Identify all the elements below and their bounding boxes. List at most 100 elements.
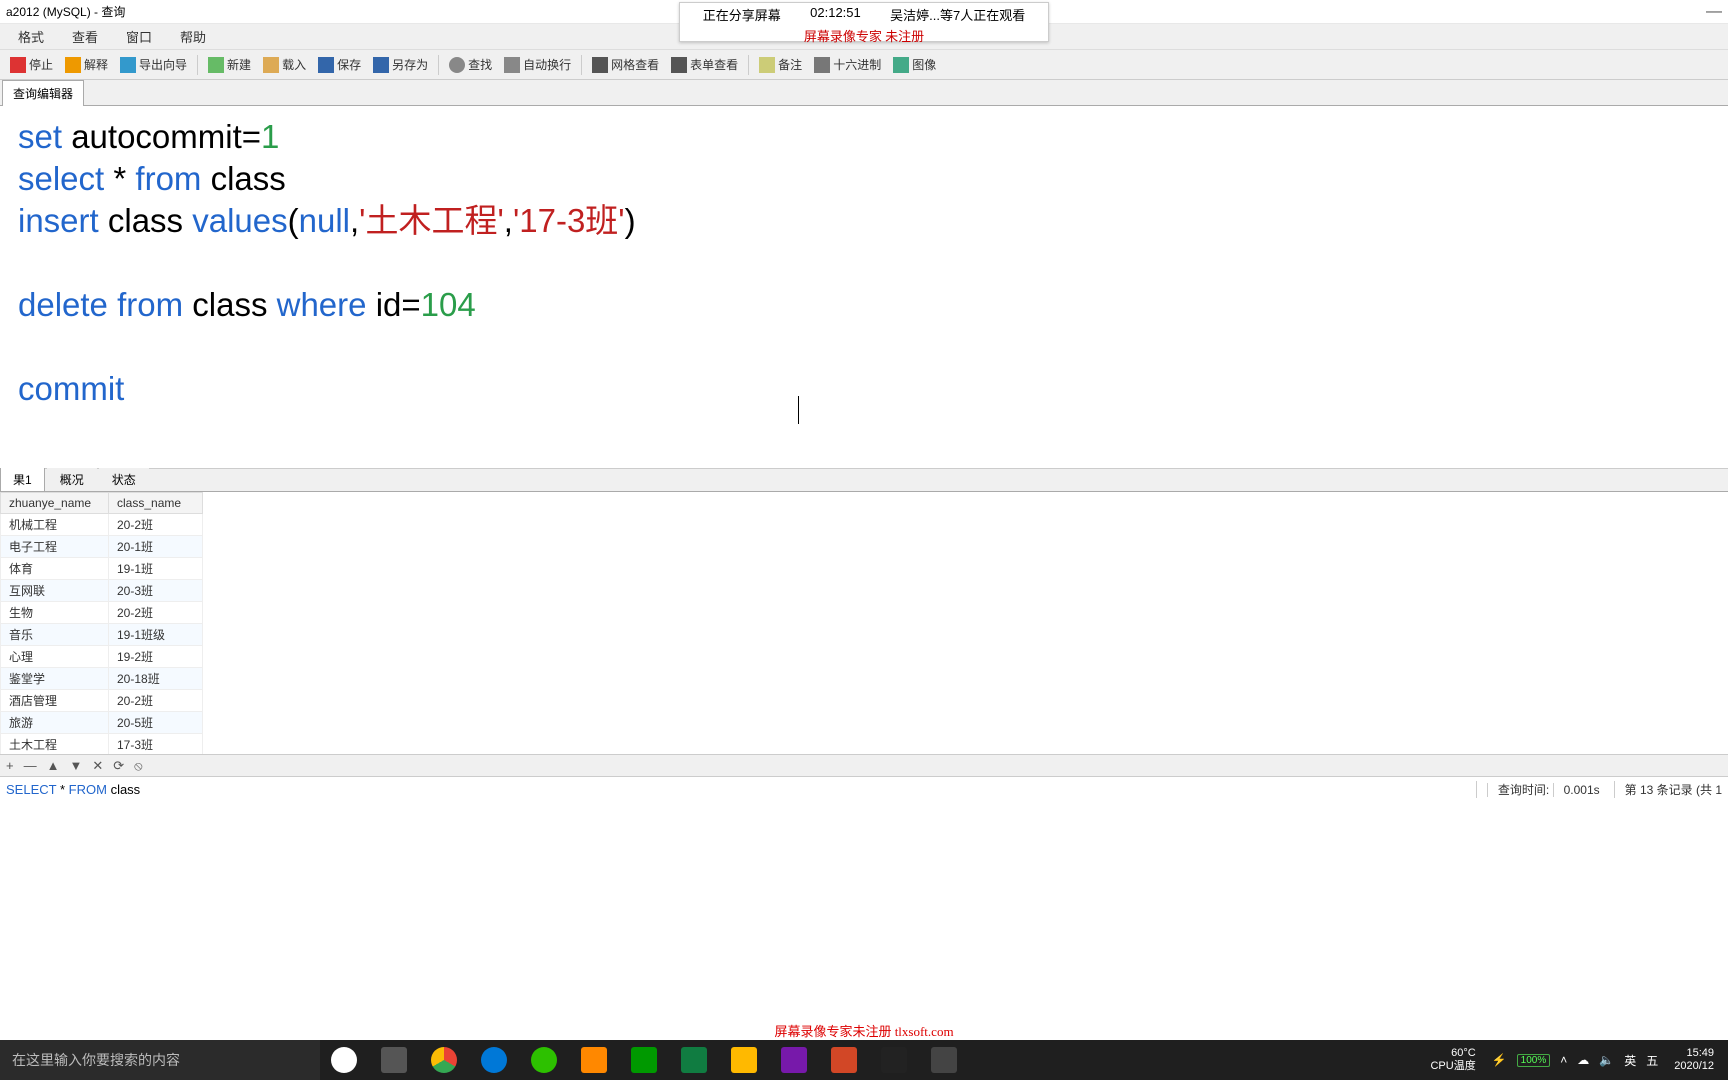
cell-class[interactable]: 20-2班 <box>109 514 203 536</box>
menu-help[interactable]: 帮助 <box>166 27 220 46</box>
refresh-button[interactable]: ⟳ <box>113 758 124 774</box>
table-row[interactable]: 机械工程20-2班 <box>1 514 203 536</box>
onedrive-icon[interactable]: ☁ <box>1577 1053 1589 1067</box>
cell-zhuanye[interactable]: 机械工程 <box>1 514 109 536</box>
cancel-button[interactable]: ✕ <box>92 758 103 774</box>
grid-view-button[interactable]: 网格查看 <box>586 54 665 75</box>
explain-button[interactable]: 解释 <box>59 54 114 75</box>
wechat-app[interactable] <box>520 1040 568 1080</box>
menu-window[interactable]: 窗口 <box>112 27 166 46</box>
tab-query-editor[interactable]: 查询编辑器 <box>2 80 84 106</box>
cell-class[interactable]: 19-1班 <box>109 558 203 580</box>
tab-profile[interactable]: 概况 <box>47 467 97 491</box>
menu-format[interactable]: 格式 <box>4 27 58 46</box>
stop-icon <box>10 57 26 73</box>
tab-status[interactable]: 状态 <box>99 467 149 491</box>
terminal-app[interactable] <box>870 1040 918 1080</box>
find-button[interactable]: 查找 <box>443 54 498 75</box>
stop-button[interactable]: 停止 <box>4 54 59 75</box>
battery-indicator[interactable]: 100% <box>1517 1054 1551 1067</box>
save-as-icon <box>373 57 389 73</box>
folder-icon <box>731 1047 757 1073</box>
cell-class[interactable]: 20-2班 <box>109 690 203 712</box>
cell-zhuanye[interactable]: 酒店管理 <box>1 690 109 712</box>
new-button[interactable]: 新建 <box>202 54 257 75</box>
table-row[interactable]: 电子工程20-1班 <box>1 536 203 558</box>
note-button[interactable]: 备注 <box>753 54 808 75</box>
taskbar-apps <box>320 1040 968 1080</box>
next-row-button[interactable]: ▼ <box>69 758 82 773</box>
tab-result1[interactable]: 果1 <box>0 467 45 491</box>
delete-row-button[interactable]: — <box>24 758 37 773</box>
onenote-icon <box>781 1047 807 1073</box>
sql-editor[interactable]: set autocommit=1 select * from class ins… <box>0 106 1728 468</box>
minimize-icon[interactable]: — <box>1706 3 1722 21</box>
app12[interactable] <box>920 1040 968 1080</box>
cell-class[interactable]: 20-2班 <box>109 602 203 624</box>
cell-zhuanye[interactable]: 电子工程 <box>1 536 109 558</box>
taskview-button[interactable] <box>370 1040 418 1080</box>
cell-class[interactable]: 19-2班 <box>109 646 203 668</box>
cell-class[interactable]: 20-18班 <box>109 668 203 690</box>
table-row[interactable]: 互网联20-3班 <box>1 580 203 602</box>
cell-zhuanye[interactable]: 土木工程 <box>1 734 109 755</box>
cell-zhuanye[interactable]: 旅游 <box>1 712 109 734</box>
save-as-button[interactable]: 另存为 <box>367 54 434 75</box>
cell-zhuanye[interactable]: 生物 <box>1 602 109 624</box>
edge-app[interactable] <box>470 1040 518 1080</box>
app6[interactable] <box>620 1040 668 1080</box>
text-cursor <box>798 396 799 424</box>
table-row[interactable]: 旅游20-5班 <box>1 712 203 734</box>
stop-fetch-button[interactable]: ⦸ <box>134 758 142 774</box>
add-row-button[interactable]: + <box>6 758 14 773</box>
export-wizard-button[interactable]: 导出向导 <box>114 54 193 75</box>
auto-wrap-button[interactable]: 自动换行 <box>498 54 577 75</box>
table-row[interactable]: 音乐19-1班级 <box>1 624 203 646</box>
cell-class[interactable]: 20-5班 <box>109 712 203 734</box>
chrome-icon <box>431 1047 457 1073</box>
save-button[interactable]: 保存 <box>312 54 367 75</box>
sharing-viewers: 吴洁婷...等7人正在观看 <box>890 5 1025 24</box>
window-title: a2012 (MySQL) - 查询 <box>6 3 125 20</box>
power-icon[interactable]: ⚡ <box>1492 1053 1507 1067</box>
table-row[interactable]: 鉴堂学20-18班 <box>1 668 203 690</box>
cell-zhuanye[interactable]: 鉴堂学 <box>1 668 109 690</box>
cell-zhuanye[interactable]: 心理 <box>1 646 109 668</box>
explorer-app[interactable] <box>720 1040 768 1080</box>
ime-lang1[interactable]: 英 <box>1624 1052 1636 1069</box>
load-button[interactable]: 载入 <box>257 54 312 75</box>
col-header-class[interactable]: class_name <box>109 493 203 514</box>
menu-view[interactable]: 查看 <box>58 27 112 46</box>
tray-chevron-icon[interactable]: ˄ <box>1560 1053 1567 1067</box>
table-row[interactable]: 生物20-2班 <box>1 602 203 624</box>
cell-zhuanye[interactable]: 体育 <box>1 558 109 580</box>
table-row[interactable]: 酒店管理20-2班 <box>1 690 203 712</box>
form-view-button[interactable]: 表单查看 <box>665 54 744 75</box>
powerpoint-app[interactable] <box>820 1040 868 1080</box>
cell-class[interactable]: 19-1班级 <box>109 624 203 646</box>
table-row[interactable]: 心理19-2班 <box>1 646 203 668</box>
ime-lang2[interactable]: 五 <box>1646 1052 1658 1069</box>
app5[interactable] <box>570 1040 618 1080</box>
table-row[interactable]: 土木工程17-3班 <box>1 734 203 755</box>
chrome-app[interactable] <box>420 1040 468 1080</box>
start-button[interactable] <box>320 1040 368 1080</box>
col-header-zhuanye[interactable]: zhuanye_name <box>1 493 109 514</box>
excel-app[interactable] <box>670 1040 718 1080</box>
result-grid[interactable]: zhuanye_name class_name 机械工程20-2班电子工程20-… <box>0 492 1728 754</box>
cell-zhuanye[interactable]: 音乐 <box>1 624 109 646</box>
cpu-temp-widget[interactable]: 60°CCPU温度 <box>1424 1047 1481 1073</box>
prev-row-button[interactable]: ▲ <box>47 758 60 773</box>
hex-button[interactable]: 十六进制 <box>808 54 887 75</box>
cell-class[interactable]: 20-1班 <box>109 536 203 558</box>
export-icon <box>120 57 136 73</box>
cell-class[interactable]: 20-3班 <box>109 580 203 602</box>
clock[interactable]: 15:492020/12 <box>1668 1047 1720 1073</box>
image-button[interactable]: 图像 <box>887 54 942 75</box>
volume-icon[interactable]: 🔈 <box>1599 1053 1614 1067</box>
onenote-app[interactable] <box>770 1040 818 1080</box>
table-row[interactable]: 体育19-1班 <box>1 558 203 580</box>
cell-class[interactable]: 17-3班 <box>109 734 203 755</box>
cell-zhuanye[interactable]: 互网联 <box>1 580 109 602</box>
taskbar-search[interactable]: 在这里输入你要搜索的内容 <box>0 1040 320 1080</box>
